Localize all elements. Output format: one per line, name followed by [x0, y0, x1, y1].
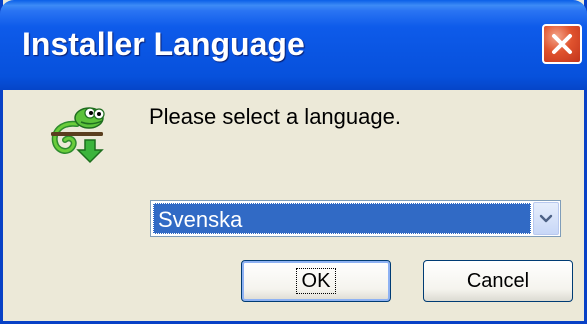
ok-button[interactable]: OK	[241, 260, 391, 302]
prompt-label: Please select a language.	[149, 104, 401, 129]
chevron-down-icon	[539, 214, 553, 223]
ok-button-label: OK	[295, 268, 337, 294]
cancel-button[interactable]: Cancel	[423, 260, 573, 302]
chameleon-installer-icon	[47, 102, 113, 168]
language-select-value[interactable]: Svenska	[153, 203, 531, 234]
language-select[interactable]: Svenska	[150, 200, 561, 237]
window-title: Installer Language	[22, 26, 305, 62]
installer-language-dialog: Installer Language Please select a langu…	[0, 0, 587, 324]
close-button[interactable]	[542, 24, 582, 64]
dialog-body: Please select a language. Svenska OK Can…	[3, 90, 584, 321]
language-select-dropdown-button[interactable]	[533, 202, 559, 235]
title-bar[interactable]: Installer Language	[0, 0, 587, 90]
cancel-button-label: Cancel	[466, 270, 530, 292]
close-x-icon	[552, 34, 572, 54]
